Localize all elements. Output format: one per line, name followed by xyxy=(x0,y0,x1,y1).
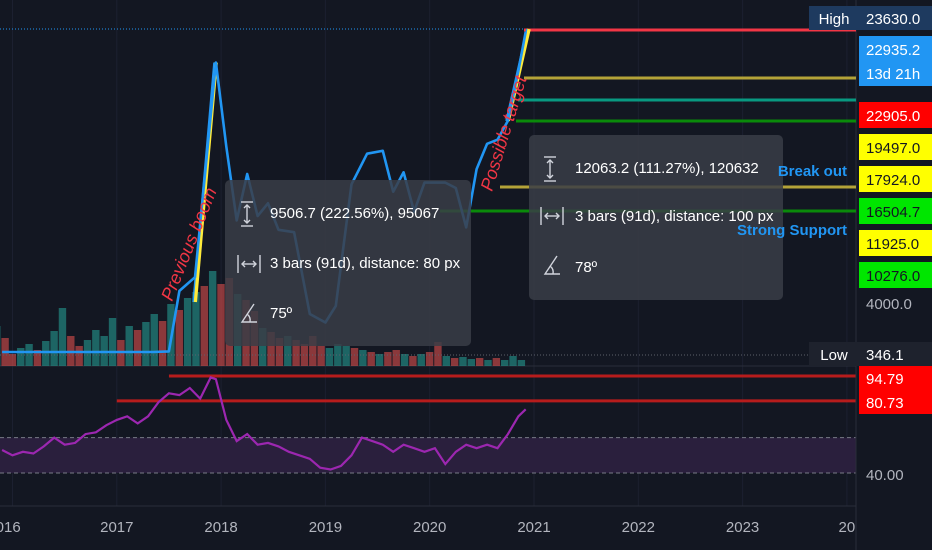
high-value: 23630.0 xyxy=(866,11,920,28)
volume-bar xyxy=(133,330,142,366)
price-tick-4000: 4000.0 xyxy=(866,296,912,313)
break-out-label[interactable]: Break out xyxy=(778,163,847,180)
time-tick: 20 xyxy=(839,519,856,536)
volume-bar xyxy=(92,330,100,366)
volume-bar xyxy=(200,286,209,366)
volume-bar xyxy=(75,346,83,366)
volume-bar xyxy=(342,346,350,366)
volume-bar xyxy=(517,360,526,366)
time-tick: 2016 xyxy=(0,519,21,536)
price-tag: 17924.0 xyxy=(866,172,920,189)
volume-bar xyxy=(183,298,192,366)
volume-bar xyxy=(425,352,434,366)
volume-bar xyxy=(359,350,367,366)
price-tag: 19497.0 xyxy=(866,140,920,157)
volume-bar xyxy=(450,358,459,366)
time-tick: 2022 xyxy=(622,519,655,536)
volume-bar xyxy=(484,360,492,366)
low-label: Low xyxy=(820,347,848,364)
time-tick: 2019 xyxy=(309,519,342,536)
measure-box-1-line1: 9506.7 (222.56%), 95067 xyxy=(270,205,439,222)
time-tick: 2018 xyxy=(204,519,237,536)
measure-box-1-line3: 75º xyxy=(270,305,293,322)
high-label: High xyxy=(819,11,850,28)
volume-bar xyxy=(384,352,392,366)
volume-bar xyxy=(442,356,450,366)
time-tick: 2020 xyxy=(413,519,446,536)
volume-bar xyxy=(375,354,384,366)
rsi-tag: 94.79 xyxy=(866,371,904,388)
volume-bar xyxy=(108,318,117,366)
rsi-tags: 94.79 80.73 xyxy=(859,366,932,414)
price-tag: 10276.0 xyxy=(866,268,920,285)
volume-bar xyxy=(392,350,400,366)
volume-bar xyxy=(300,344,309,366)
time-tick: 2017 xyxy=(100,519,133,536)
price-tag: 16504.7 xyxy=(866,204,920,221)
volume-bar xyxy=(459,357,467,366)
time-tick: 2023 xyxy=(726,519,759,536)
price-tag: 13d 21h xyxy=(866,66,920,83)
volume-bar xyxy=(325,348,334,366)
volume-bar xyxy=(409,356,417,366)
rsi-tick-40: 40.00 xyxy=(866,467,904,484)
volume-bar xyxy=(492,358,501,366)
volume-bar xyxy=(142,322,150,366)
volume-bar xyxy=(500,360,509,366)
volume-bar xyxy=(367,352,375,366)
volume-bar xyxy=(217,284,225,366)
volume-bar xyxy=(42,341,50,366)
measure-box-2[interactable]: 12063.2 (111.27%), 120632 3 bars (91d), … xyxy=(529,135,783,300)
volume-bar xyxy=(158,321,167,366)
volume-bar xyxy=(8,354,17,366)
volume-bar xyxy=(125,326,133,366)
time-tick: 2021 xyxy=(517,519,550,536)
measure-box-1-line2: 3 bars (91d), distance: 80 px xyxy=(270,255,461,272)
measure-box-1[interactable]: 9506.7 (222.56%), 95067 3 bars (91d), di… xyxy=(225,180,471,346)
volume-bar xyxy=(317,346,325,366)
price-tag: 22905.0 xyxy=(866,108,920,125)
volume-bar xyxy=(334,344,342,366)
volume-bar xyxy=(25,344,33,366)
volume-bar xyxy=(475,358,484,366)
volume-bar xyxy=(467,359,476,366)
volume-bar xyxy=(208,271,217,366)
price-tag: 22935.2 xyxy=(866,42,920,59)
measure-box-2-line3: 78º xyxy=(575,259,598,276)
btc-chart[interactable]: Previous boom Possible target 9506.7 (22… xyxy=(0,0,932,550)
volume-bar xyxy=(417,354,425,366)
volume-bar xyxy=(58,308,67,366)
volume-bar xyxy=(509,356,517,366)
rsi-band xyxy=(0,437,856,473)
volume-bar xyxy=(175,310,183,366)
rsi-tag: 80.73 xyxy=(866,395,904,412)
price-tag: 11925.0 xyxy=(866,236,919,253)
volume-bar xyxy=(400,354,409,366)
measure-box-2-line1: 12063.2 (111.27%), 120632 xyxy=(575,160,759,177)
time-axis[interactable]: 2016 2017 2018 2019 2020 2021 2022 2023 20 xyxy=(0,519,855,536)
volume-bar xyxy=(150,314,158,366)
low-value: 346.1 xyxy=(866,347,904,364)
strong-support-label[interactable]: Strong Support xyxy=(737,222,847,239)
volume-bar xyxy=(350,348,359,366)
volume-bar xyxy=(50,331,58,366)
